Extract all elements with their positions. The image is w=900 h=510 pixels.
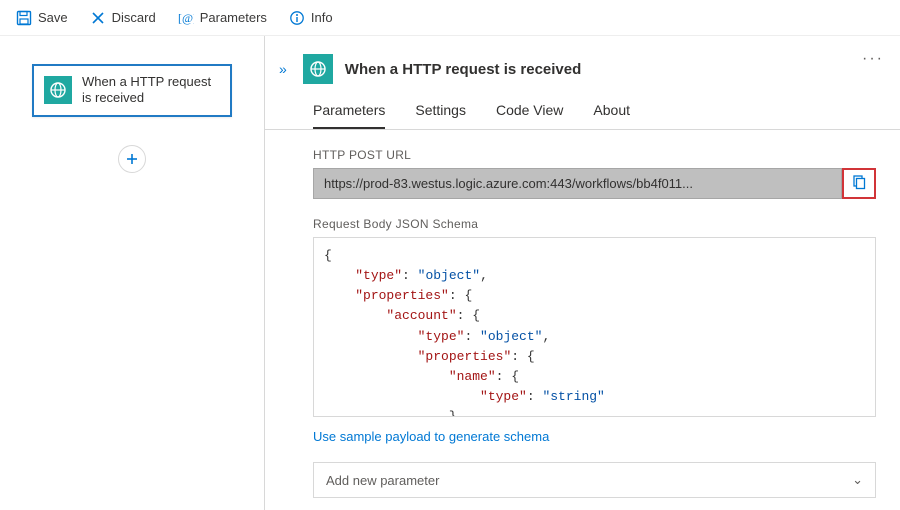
http-url-field[interactable]: https://prod-83.westus.logic.azure.com:4… bbox=[313, 168, 842, 199]
http-request-icon bbox=[44, 76, 72, 104]
details-panel: » When a HTTP request is received ··· Pa… bbox=[265, 36, 900, 510]
schema-label: Request Body JSON Schema bbox=[313, 217, 876, 231]
tab-about[interactable]: About bbox=[593, 102, 630, 129]
info-label: Info bbox=[311, 10, 333, 25]
info-icon bbox=[289, 10, 305, 26]
svg-text:[@]: [@] bbox=[178, 11, 194, 25]
http-url-label: HTTP POST URL bbox=[313, 148, 876, 162]
use-sample-payload-link[interactable]: Use sample payload to generate schema bbox=[313, 429, 549, 444]
parameters-label: Parameters bbox=[200, 10, 267, 25]
add-step-button[interactable] bbox=[118, 145, 146, 173]
add-parameter-label: Add new parameter bbox=[326, 473, 439, 488]
tab-settings[interactable]: Settings bbox=[415, 102, 466, 129]
panel-tabs: Parameters Settings Code View About bbox=[265, 92, 900, 130]
designer-canvas: When a HTTP request is received bbox=[0, 36, 265, 510]
save-button[interactable]: Save bbox=[8, 6, 76, 30]
http-request-icon bbox=[303, 54, 333, 84]
copy-url-button[interactable] bbox=[842, 168, 876, 199]
discard-label: Discard bbox=[112, 10, 156, 25]
collapse-panel-button[interactable]: » bbox=[275, 59, 291, 79]
schema-editor[interactable]: { "type": "object", "properties": { "acc… bbox=[313, 237, 876, 417]
copy-icon bbox=[851, 174, 867, 193]
tab-parameters[interactable]: Parameters bbox=[313, 102, 385, 129]
chevron-down-icon: ⌄ bbox=[852, 472, 863, 488]
trigger-card-label: When a HTTP request is received bbox=[82, 74, 220, 107]
add-parameter-dropdown[interactable]: Add new parameter ⌄ bbox=[313, 462, 876, 498]
top-toolbar: Save Discard [@] Parameters Info bbox=[0, 0, 900, 36]
parameters-button[interactable]: [@] Parameters bbox=[170, 6, 275, 30]
trigger-card[interactable]: When a HTTP request is received bbox=[32, 64, 232, 117]
discard-button[interactable]: Discard bbox=[82, 6, 164, 30]
save-icon bbox=[16, 10, 32, 26]
info-button[interactable]: Info bbox=[281, 6, 341, 30]
more-actions-button[interactable]: ··· bbox=[862, 50, 884, 68]
tab-code-view[interactable]: Code View bbox=[496, 102, 563, 129]
parameters-icon: [@] bbox=[178, 10, 194, 26]
panel-title: When a HTTP request is received bbox=[345, 61, 581, 78]
discard-icon bbox=[90, 10, 106, 26]
save-label: Save bbox=[38, 10, 68, 25]
